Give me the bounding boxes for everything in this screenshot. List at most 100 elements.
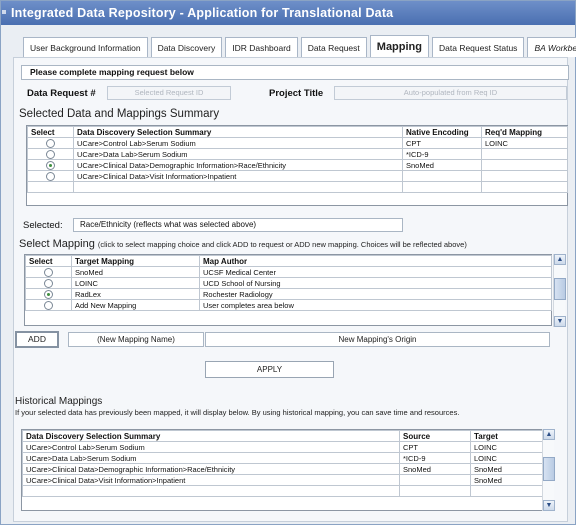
- mapping-scrollbar[interactable]: ▲ ▼: [553, 254, 566, 327]
- author-cell: Rochester Radiology: [199, 288, 552, 300]
- mapping-subtitle: (click to select mapping choice and clic…: [97, 240, 467, 249]
- tab-idr-dashboard[interactable]: IDR Dashboard: [225, 37, 298, 57]
- mapping-cell: [481, 170, 568, 182]
- target-cell: LOINC: [470, 441, 551, 453]
- row-select-cell: [27, 159, 74, 171]
- app-title: Integrated Data Repository - Application…: [11, 6, 394, 20]
- select-radio[interactable]: [46, 149, 55, 159]
- data-request-label: Data Request #: [27, 88, 96, 99]
- history-table: Data Discovery Selection Summary Source …: [21, 429, 551, 511]
- select-radio[interactable]: [44, 278, 53, 288]
- new-mapping-name-field[interactable]: (New Mapping Name): [68, 332, 204, 347]
- history-header-source: Source: [399, 430, 471, 442]
- author-cell: User completes area below: [199, 299, 552, 311]
- mapping-table: Select Target Mapping Map Author SnoMed …: [24, 254, 552, 326]
- select-radio-selected[interactable]: [44, 289, 53, 299]
- select-radio[interactable]: [44, 300, 53, 310]
- empty-cell: [22, 485, 400, 497]
- encoding-cell: CPT: [402, 137, 482, 149]
- instruction-banner: Please complete mapping request below: [21, 65, 569, 80]
- selection-cell: UCare>Clinical Data>Demographic Informat…: [22, 463, 400, 475]
- table-row[interactable]: UCare>Control Lab>Serum Sodium CPT LOINC: [22, 441, 551, 453]
- select-radio[interactable]: [46, 138, 55, 148]
- table-row[interactable]: UCare>Clinical Data>Visit Information>In…: [27, 170, 568, 182]
- row-select-cell: [25, 266, 72, 278]
- selection-cell: UCare>Clinical Data>Demographic Informat…: [73, 159, 403, 171]
- history-header-row: Data Discovery Selection Summary Source …: [22, 430, 551, 442]
- table-row[interactable]: UCare>Data Lab>Serum Sodium *ICD-9 LOINC: [22, 452, 551, 464]
- author-cell: UCSF Medical Center: [199, 266, 552, 278]
- source-cell: SnoMed: [399, 463, 471, 475]
- new-mapping-origin-field[interactable]: New Mapping's Origin: [205, 332, 550, 347]
- selection-cell: UCare>Clinical Data>Visit Information>In…: [73, 170, 403, 182]
- project-title-label: Project Title: [269, 88, 324, 99]
- table-row[interactable]: Add New Mapping User completes area belo…: [25, 299, 552, 311]
- source-cell: [399, 474, 471, 486]
- encoding-cell: [402, 170, 482, 182]
- selection-cell: UCare>Data Lab>Serum Sodium: [22, 452, 400, 464]
- row-select-cell: [27, 148, 74, 160]
- scroll-down-icon[interactable]: ▼: [543, 500, 555, 511]
- history-scrollbar[interactable]: ▲ ▼: [542, 429, 555, 511]
- selection-cell: UCare>Control Lab>Serum Sodium: [22, 441, 400, 453]
- history-header-selection: Data Discovery Selection Summary: [22, 430, 400, 442]
- source-cell: *ICD-9: [399, 452, 471, 464]
- mapping-header-row: Select Target Mapping Map Author: [25, 255, 552, 267]
- history-header-target: Target: [470, 430, 551, 442]
- apply-button[interactable]: APPLY: [205, 361, 334, 378]
- history-description: If your selected data has previously bee…: [15, 408, 460, 417]
- table-row-empty: [22, 485, 551, 497]
- row-select-cell: [25, 299, 72, 311]
- table-row[interactable]: UCare>Clinical Data>Demographic Informat…: [22, 463, 551, 475]
- selected-label: Selected:: [23, 220, 63, 231]
- summary-header-encoding: Native Encoding: [402, 126, 482, 138]
- scroll-down-icon[interactable]: ▼: [554, 316, 566, 327]
- table-row[interactable]: UCare>Clinical Data>Demographic Informat…: [27, 159, 568, 171]
- table-row[interactable]: SnoMed UCSF Medical Center: [25, 266, 552, 278]
- mapping-header-target: Target Mapping: [71, 255, 200, 267]
- mapping-header-author: Map Author: [199, 255, 552, 267]
- mapping-cell: [481, 148, 568, 160]
- history-title: Historical Mappings: [15, 396, 103, 407]
- row-select-cell: [27, 170, 74, 182]
- mapping-title-row: Select Mapping (click to select mapping …: [19, 238, 467, 250]
- table-row[interactable]: UCare>Data Lab>Serum Sodium *ICD-9: [27, 148, 568, 160]
- request-id-field[interactable]: Selected Request ID: [107, 86, 231, 100]
- target-cell: SnoMed: [470, 474, 551, 486]
- table-row[interactable]: LOINC UCD School of Nursing: [25, 277, 552, 289]
- summary-header-selection: Data Discovery Selection Summary: [73, 126, 403, 138]
- project-title-field[interactable]: Auto-populated from Req ID: [334, 86, 567, 100]
- scroll-thumb[interactable]: [543, 457, 555, 481]
- tab-ba-workbench[interactable]: BA Workbench: [527, 37, 576, 57]
- selected-value-field: Race/Ethnicity (reflects what was select…: [73, 218, 403, 232]
- table-row[interactable]: RadLex Rochester Radiology: [25, 288, 552, 300]
- target-cell: LOINC: [470, 452, 551, 464]
- select-radio[interactable]: [46, 171, 55, 181]
- selection-cell: UCare>Clinical Data>Visit Information>In…: [22, 474, 400, 486]
- mapping-title: Select Mapping: [19, 238, 95, 250]
- add-button[interactable]: ADD: [15, 331, 59, 348]
- author-cell: UCD School of Nursing: [199, 277, 552, 289]
- tab-bar: User Background Information Data Discove…: [23, 35, 576, 57]
- target-cell: LOINC: [71, 277, 200, 289]
- table-row[interactable]: UCare>Control Lab>Serum Sodium CPT LOINC: [27, 137, 568, 149]
- summary-header-select: Select: [27, 126, 74, 138]
- encoding-cell: *ICD-9: [402, 148, 482, 160]
- scroll-thumb[interactable]: [554, 278, 566, 300]
- row-select-cell: [25, 277, 72, 289]
- target-cell: SnoMed: [71, 266, 200, 278]
- mapping-cell: [481, 159, 568, 171]
- mapping-cell: LOINC: [481, 137, 568, 149]
- tab-data-discovery[interactable]: Data Discovery: [150, 37, 223, 57]
- tab-data-request[interactable]: Data Request: [300, 37, 367, 57]
- scroll-up-icon[interactable]: ▲: [543, 429, 555, 440]
- tab-mapping[interactable]: Mapping: [369, 35, 429, 57]
- scroll-up-icon[interactable]: ▲: [554, 254, 566, 265]
- table-row-empty: [27, 181, 568, 193]
- table-row[interactable]: UCare>Clinical Data>Visit Information>In…: [22, 474, 551, 486]
- summary-header-mapping: Req'd Mapping: [481, 126, 568, 138]
- select-radio-selected[interactable]: [46, 160, 55, 170]
- select-radio[interactable]: [44, 267, 53, 277]
- tab-user-background[interactable]: User Background Information: [23, 37, 148, 57]
- tab-data-request-status[interactable]: Data Request Status: [432, 37, 525, 57]
